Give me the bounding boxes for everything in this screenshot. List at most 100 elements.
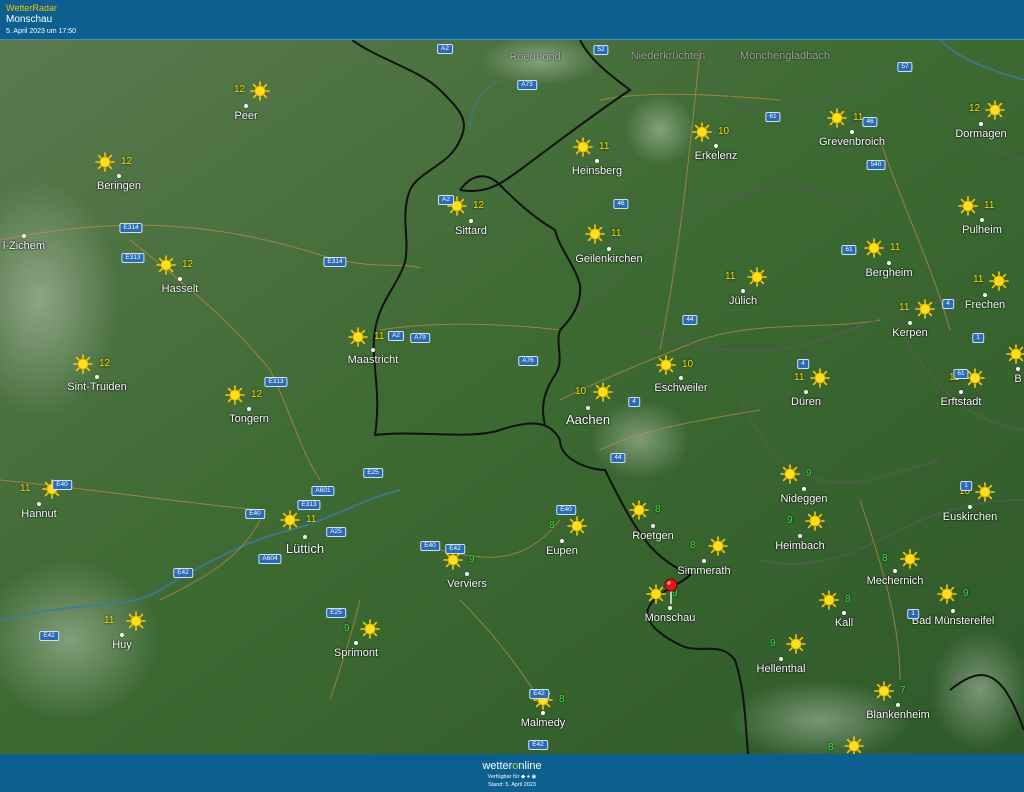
city-label[interactable]: Huy <box>112 639 132 651</box>
sun-icon[interactable] <box>692 122 712 142</box>
city-label[interactable]: Mechernich <box>867 575 924 587</box>
city-dot <box>595 159 599 163</box>
sun-icon[interactable] <box>786 634 806 654</box>
sun-icon[interactable] <box>989 271 1009 291</box>
sun-icon[interactable] <box>810 368 830 388</box>
city-label[interactable]: Maastricht <box>348 354 399 366</box>
city-label[interactable]: Euskirchen <box>943 511 997 523</box>
city-label[interactable]: Hasselt <box>162 283 199 295</box>
sun-icon[interactable] <box>567 516 587 536</box>
sun-icon[interactable] <box>747 267 767 287</box>
city-label[interactable]: Kerpen <box>892 327 927 339</box>
city-label[interactable]: Düren <box>791 396 821 408</box>
city-label[interactable]: Erftstadt <box>941 396 982 408</box>
sun-icon[interactable] <box>708 536 728 556</box>
city-dot <box>887 261 891 265</box>
city-dot <box>354 641 358 645</box>
sun-icon[interactable] <box>1006 344 1024 364</box>
sun-icon[interactable] <box>280 510 300 530</box>
wetteronline-logo[interactable]: wetteronline <box>0 760 1024 772</box>
city-label[interactable]: Blankenheim <box>866 709 930 721</box>
city-label[interactable]: Grevenbroich <box>819 136 885 148</box>
road-shield: 1 <box>972 333 984 343</box>
city-label[interactable]: Kall <box>835 617 853 629</box>
city-label[interactable]: Eupen <box>546 545 578 557</box>
sun-icon[interactable] <box>844 736 864 754</box>
road-shield: 57 <box>897 62 913 72</box>
temperature-value: 12 <box>234 84 246 95</box>
city-label[interactable]: Lüttich <box>286 541 324 556</box>
city-label[interactable]: Peer <box>234 110 257 122</box>
temperature-value: 12 <box>473 200 485 211</box>
sun-icon[interactable] <box>937 584 957 604</box>
sun-icon[interactable] <box>360 619 380 639</box>
location-pin-icon[interactable] <box>664 578 678 604</box>
city-label[interactable]: Heinsberg <box>572 165 622 177</box>
city-label[interactable]: Tongern <box>229 413 269 425</box>
road-shield: E313 <box>264 377 288 387</box>
city-label[interactable]: Niederkrüchten <box>631 50 706 62</box>
sun-icon[interactable] <box>656 355 676 375</box>
city-label[interactable]: Roermond <box>509 51 560 63</box>
sun-icon[interactable] <box>864 238 884 258</box>
city-dot <box>741 289 745 293</box>
sun-icon[interactable] <box>629 500 649 520</box>
city-label[interactable]: Heimbach <box>775 540 825 552</box>
city-label[interactable]: Verviers <box>447 578 487 590</box>
sun-icon[interactable] <box>827 108 847 128</box>
city-label[interactable]: Aachen <box>566 412 610 427</box>
sun-icon[interactable] <box>900 549 920 569</box>
sun-icon[interactable] <box>348 327 368 347</box>
city-label[interactable]: Malmedy <box>521 717 566 729</box>
sun-icon[interactable] <box>985 100 1005 120</box>
city-label[interactable]: Sittard <box>455 225 487 237</box>
city-label[interactable]: Beringen <box>97 180 141 192</box>
sun-icon[interactable] <box>915 299 935 319</box>
sun-icon[interactable] <box>958 196 978 216</box>
sun-icon[interactable] <box>819 590 839 610</box>
sun-icon[interactable] <box>593 382 613 402</box>
city-label[interactable]: Roetgen <box>632 530 674 542</box>
sun-icon[interactable] <box>975 482 995 502</box>
city-dot <box>842 611 846 615</box>
road-shield: E42 <box>173 568 193 578</box>
city-dot <box>303 535 307 539</box>
temperature-value: 8 <box>655 504 661 515</box>
city-label[interactable]: Simmerath <box>677 565 730 577</box>
city-label[interactable]: Dormagen <box>955 128 1006 140</box>
city-label[interactable]: Hannut <box>21 508 56 520</box>
road-shield: A79 <box>410 333 430 343</box>
sun-icon[interactable] <box>95 152 115 172</box>
city-label[interactable]: l-Zichem <box>3 240 45 252</box>
sun-icon[interactable] <box>874 681 894 701</box>
sun-icon[interactable] <box>126 611 146 631</box>
city-dot <box>896 703 900 707</box>
sun-icon[interactable] <box>805 511 825 531</box>
road-shield: E42 <box>528 740 548 750</box>
city-label[interactable]: Eschweiler <box>654 382 707 394</box>
sun-icon[interactable] <box>585 224 605 244</box>
city-label[interactable]: Sprimont <box>334 647 378 659</box>
weather-map[interactable]: Roermond Niederkrüchten Mönchengladbach Pee… <box>0 40 1024 754</box>
city-label[interactable]: Geilenkirchen <box>575 253 642 265</box>
sun-icon[interactable] <box>73 354 93 374</box>
city-label[interactable]: Frechen <box>965 299 1005 311</box>
sun-icon[interactable] <box>156 255 176 275</box>
sun-icon[interactable] <box>780 464 800 484</box>
sun-icon[interactable] <box>573 137 593 157</box>
city-label[interactable]: Mönchengladbach <box>740 50 830 62</box>
city-label[interactable]: Hellenthal <box>757 663 806 675</box>
city-label[interactable]: Monschau <box>645 612 696 624</box>
sun-icon[interactable] <box>646 584 666 604</box>
city-label[interactable]: B <box>1014 373 1021 385</box>
city-label[interactable]: Erkelenz <box>695 150 738 162</box>
city-label[interactable]: Jülich <box>729 295 757 307</box>
city-label[interactable]: Nideggen <box>780 493 827 505</box>
city-label[interactable]: Bergheim <box>865 267 912 279</box>
city-label[interactable]: Sint-Truiden <box>67 381 127 393</box>
city-label[interactable]: Pulheim <box>962 224 1002 236</box>
city-label[interactable]: Bad Münstereifel <box>912 615 995 627</box>
logo-text-post: nline <box>518 760 542 772</box>
sun-icon[interactable] <box>250 81 270 101</box>
sun-icon[interactable] <box>225 385 245 405</box>
